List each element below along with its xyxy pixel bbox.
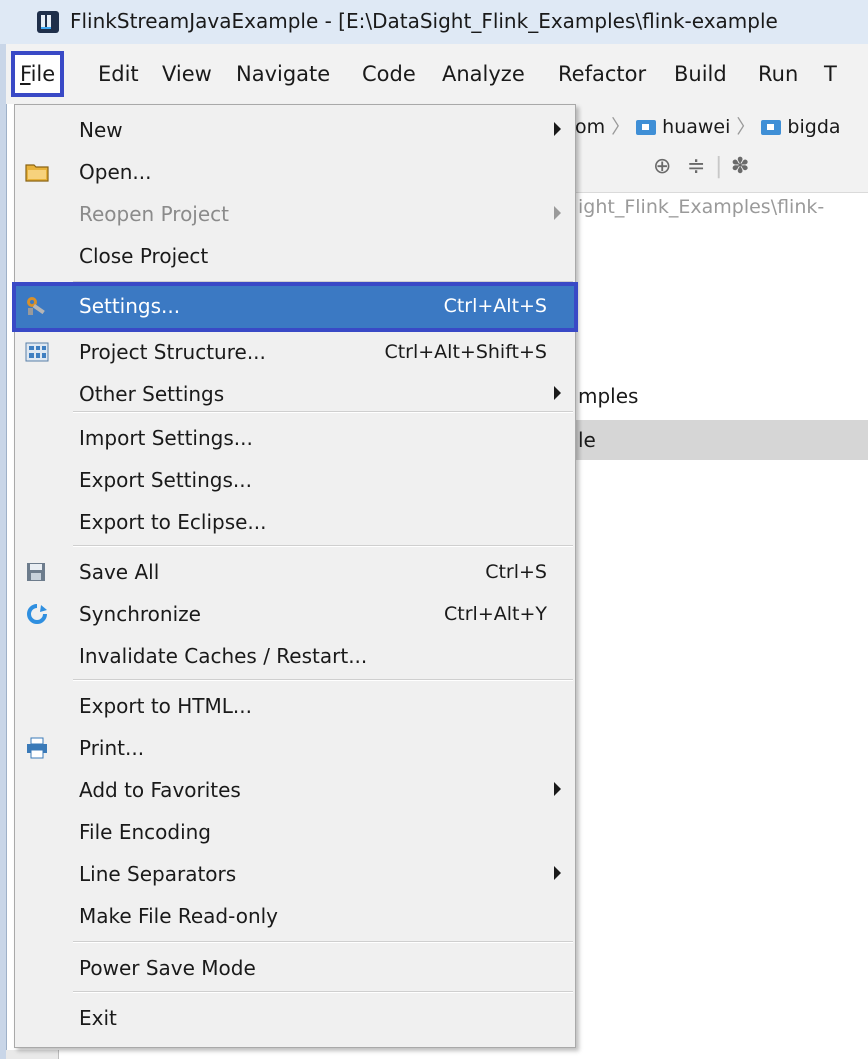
menu-item-exit[interactable]: Exit [15,997,575,1039]
menu-item-label: Make File Read-only [79,904,279,928]
breadcrumb-separator: 〉 [736,116,756,138]
menu-item-project-structure[interactable]: Project Structure... Ctrl+Alt+Shift+S [15,331,575,373]
tree-item-selected[interactable] [575,420,868,460]
menu-separator [73,679,573,681]
menu-navigate[interactable]: Navigate [230,54,336,94]
menu-separator [73,411,573,413]
menu-tools[interactable]: T [818,54,843,94]
menu-item-label: Add to Favorites [79,778,241,802]
package-folder-icon [761,120,782,135]
menu-item-import-settings[interactable]: Import Settings... [15,417,575,459]
menu-bar: File Edit View Navigate Code Analyze Ref… [6,44,868,104]
menu-item-label: Export to Eclipse... [79,510,267,534]
menu-item-label: File Encoding [79,820,211,844]
breadcrumb-separator: 〉 [611,116,631,138]
breadcrumb-com[interactable]: om [575,116,605,138]
folder-icon [25,164,49,182]
menu-item-label: Invalidate Caches / Restart... [79,644,368,668]
file-menu-dropdown: New Open... Reopen Project Close Project… [12,104,578,1048]
status-strip [6,1050,59,1059]
navigation-bar: om 〉 huawei 〉 bigda [575,104,868,149]
menu-item-label: Open... [79,160,152,184]
menu-item-save-all[interactable]: Save All Ctrl+S [15,551,575,593]
menu-item-shortcut: Ctrl+Alt+Shift+S [384,341,547,363]
menu-item-close-project[interactable]: Close Project [15,235,575,277]
menu-item-invalidate-caches[interactable]: Invalidate Caches / Restart... [15,635,575,677]
menu-separator [73,991,573,993]
menu-edit[interactable]: Edit [92,54,145,94]
print-icon [27,737,47,759]
locate-target-icon[interactable]: ⊕ [653,154,671,179]
menu-item-reopen-project[interactable]: Reopen Project [15,193,575,235]
menu-item-line-separators[interactable]: Line Separators [15,853,575,895]
submenu-arrow-icon [554,782,561,796]
menu-item-print[interactable]: Print... [15,727,575,769]
menu-build[interactable]: Build [668,54,733,94]
menu-separator [73,281,573,283]
menu-item-settings[interactable]: Settings... Ctrl+Alt+S [12,282,578,332]
breadcrumb-bigdata[interactable]: bigda [787,116,840,138]
menu-analyze[interactable]: Analyze [436,54,531,94]
gear-icon[interactable]: ✽ [731,154,749,179]
menu-item-export-to-eclipse[interactable]: Export to Eclipse... [15,501,575,543]
window-titlebar: FlinkStreamJavaExample - [E:\DataSight_F… [0,0,868,45]
project-toolbar: ⊕ ≑ | ✽ [575,148,868,193]
menu-item-label: Export Settings... [79,468,252,492]
menu-item-label: Synchronize [79,602,201,626]
menu-item-export-settings[interactable]: Export Settings... [15,459,575,501]
settings-wrench-icon [27,297,45,315]
menu-item-label: Project Structure... [79,340,266,364]
project-path: ight_Flink_Examples\flink- [578,196,825,218]
menu-item-open[interactable]: Open... [15,151,575,193]
tree-item[interactable]: mples [578,384,638,408]
menu-item-new[interactable]: New [15,109,575,151]
menu-run[interactable]: Run [752,54,804,94]
menu-item-label: Reopen Project [79,202,229,226]
window-left-border [0,44,7,1059]
menu-item-add-to-favorites[interactable]: Add to Favorites [15,769,575,811]
menu-item-label: Line Separators [79,862,237,886]
menu-item-power-save-mode[interactable]: Power Save Mode [15,947,575,989]
menu-item-label: Exit [79,1006,117,1030]
menu-refactor[interactable]: Refactor [552,54,652,94]
menu-item-other-settings[interactable]: Other Settings [15,373,575,415]
submenu-arrow-icon [554,866,561,880]
menu-item-file-encoding[interactable]: File Encoding [15,811,575,853]
tree-item-label: le [578,428,596,452]
menu-item-synchronize[interactable]: Synchronize Ctrl+Alt+Y [15,593,575,635]
menu-item-shortcut: Ctrl+Alt+Y [444,603,547,625]
collapse-all-icon[interactable]: ≑ [687,154,705,179]
package-folder-icon [636,120,657,135]
intellij-app-icon [37,11,59,33]
menu-item-label: Power Save Mode [79,956,256,980]
menu-item-label: Import Settings... [79,426,253,450]
sync-icon [27,604,47,624]
breadcrumb-huawei[interactable]: huawei [662,116,730,138]
menu-item-label: Close Project [79,244,209,268]
menu-item-label: New [79,118,123,142]
save-icon [27,563,45,581]
project-structure-icon [25,342,49,362]
menu-item-label: Print... [79,736,145,760]
menu-item-label: Save All [79,560,160,584]
submenu-arrow-icon [554,386,561,400]
menu-item-export-to-html[interactable]: Export to HTML... [15,685,575,727]
menu-file[interactable]: File [10,51,65,97]
menu-item-label: Other Settings [79,382,225,406]
menu-separator [73,545,573,547]
menu-item-make-read-only[interactable]: Make File Read-only [15,895,575,937]
menu-code[interactable]: Code [356,54,422,94]
window-title: FlinkStreamJavaExample - [E:\DataSight_F… [70,9,778,33]
submenu-arrow-icon [554,122,561,136]
menu-item-label: Export to HTML... [79,694,252,718]
menu-item-shortcut: Ctrl+S [485,561,547,583]
toolbar-divider: | [715,154,723,179]
menu-item-shortcut: Ctrl+Alt+S [443,295,547,317]
submenu-arrow-icon [554,206,561,220]
menu-view[interactable]: View [156,54,218,94]
menu-separator [73,941,573,943]
menu-item-label: Settings... [79,294,181,318]
